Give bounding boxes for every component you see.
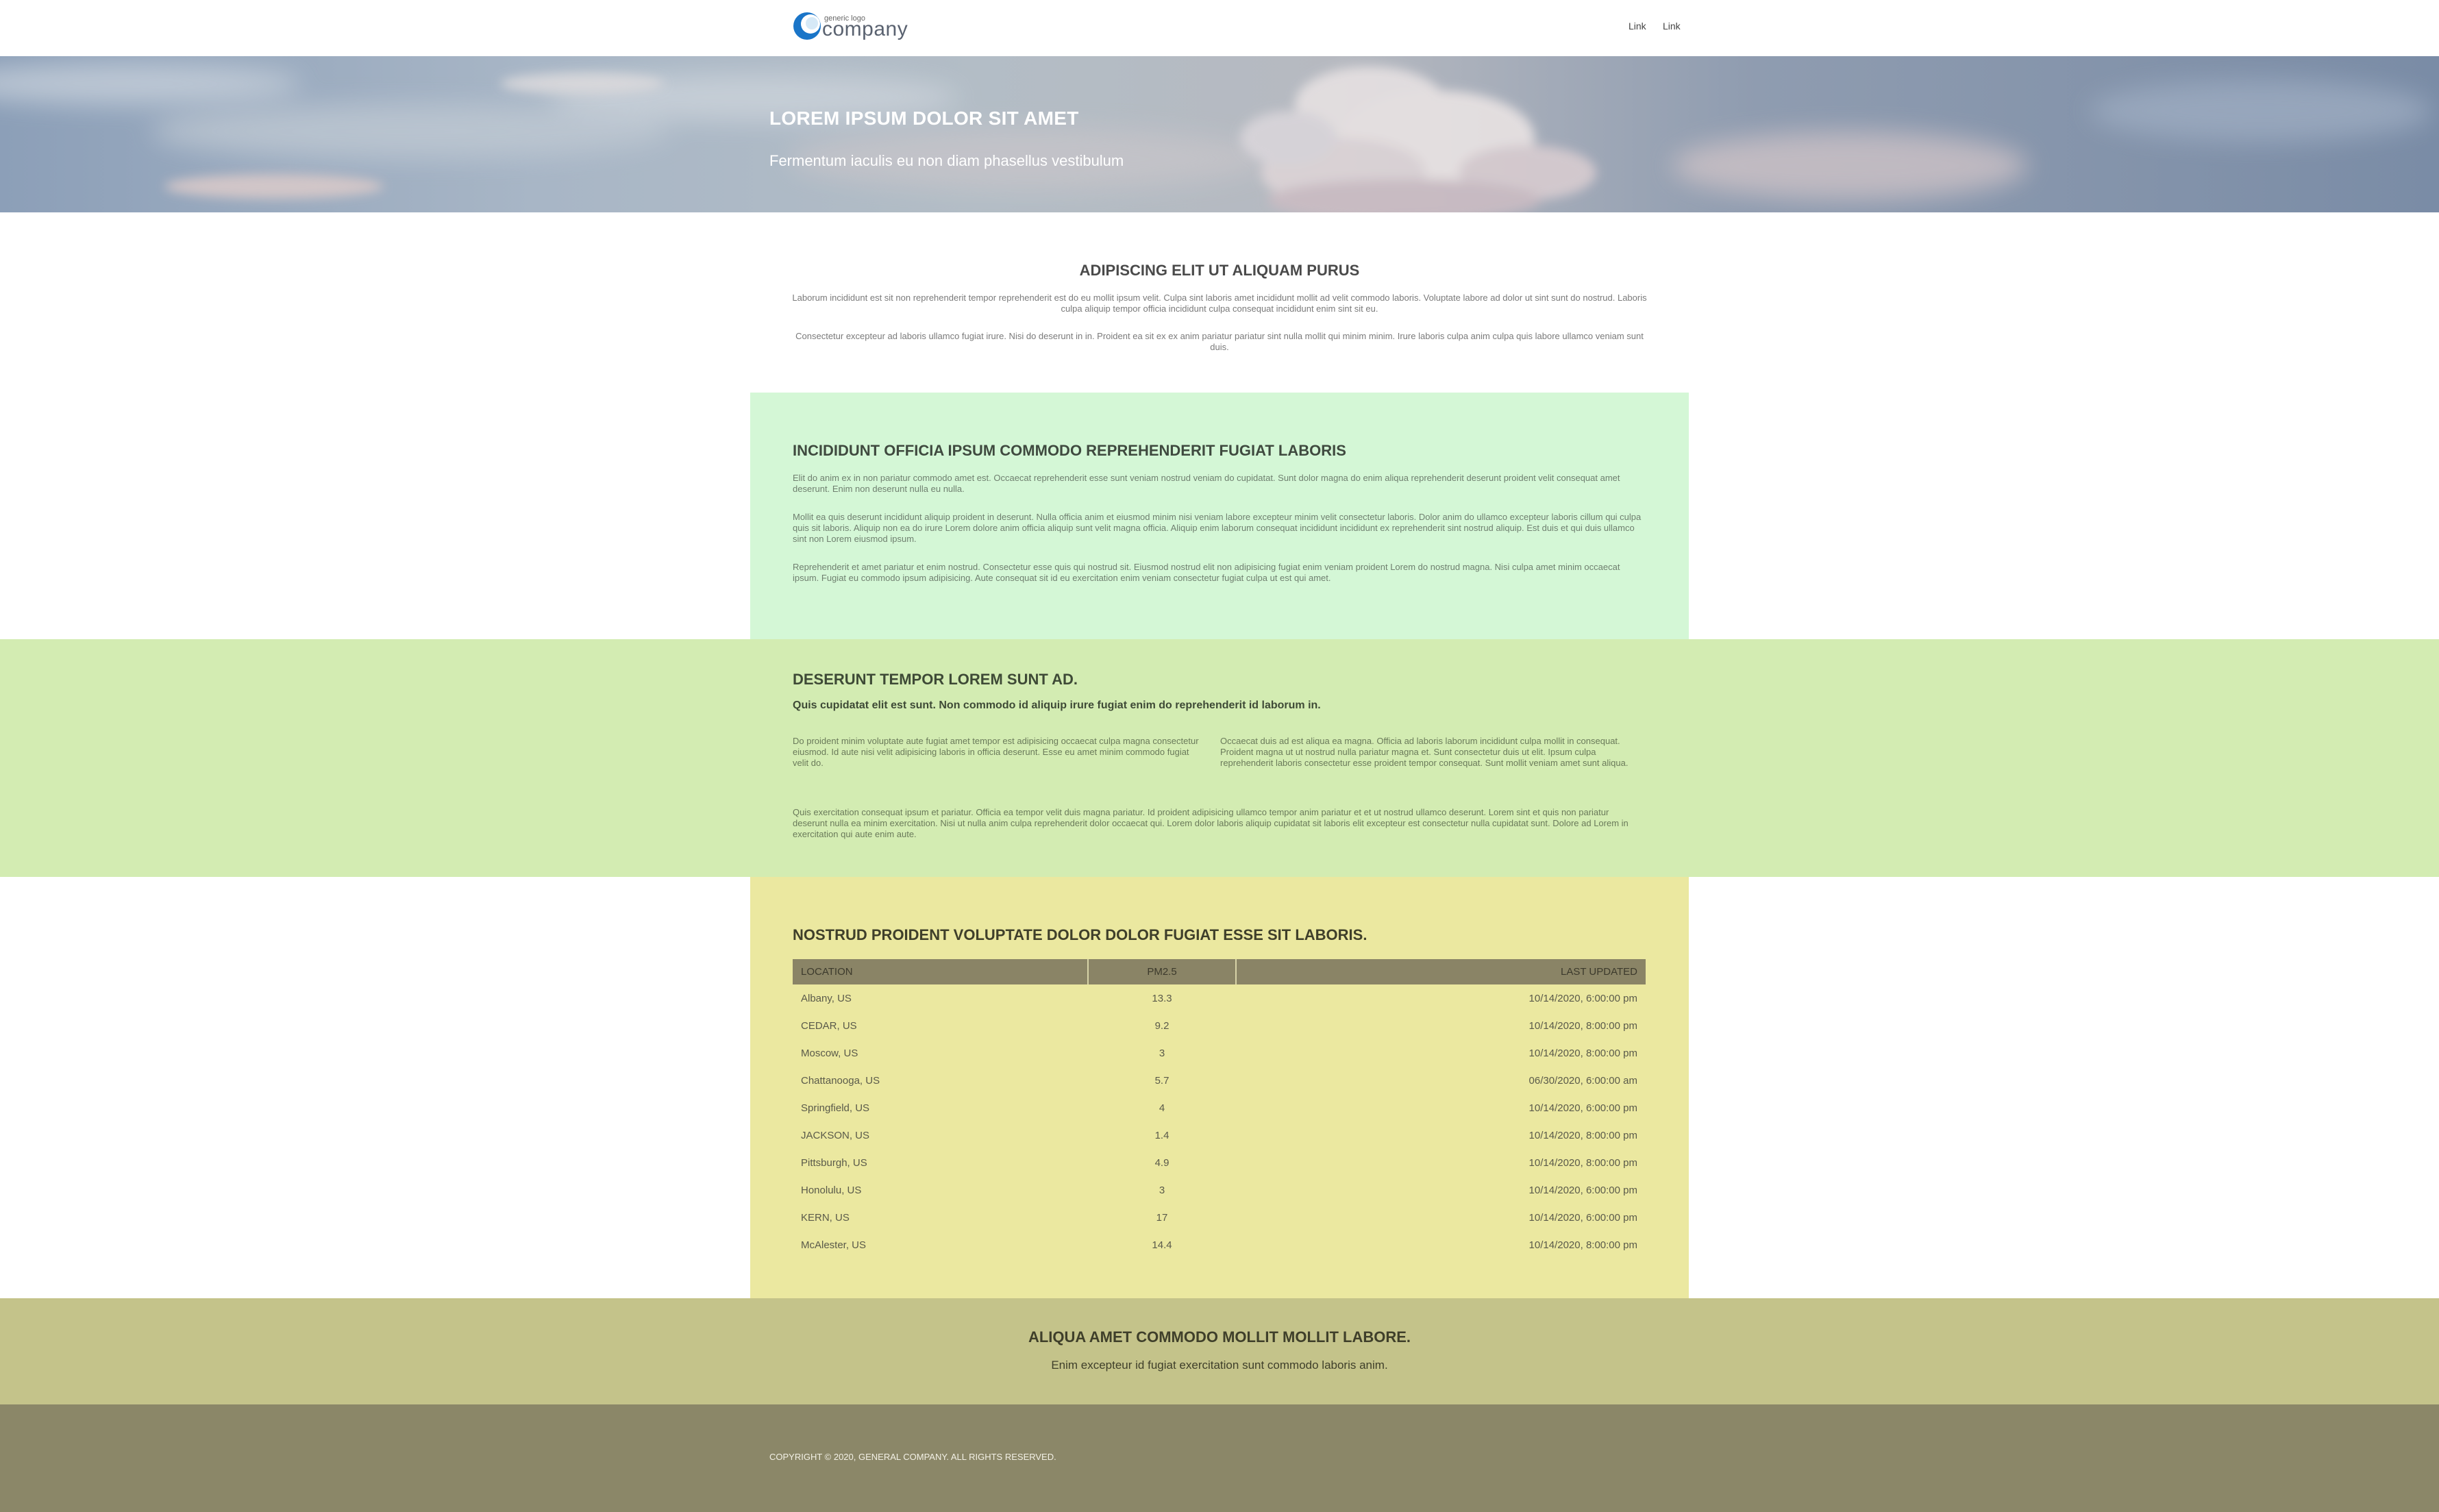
section-2-column-right: Occaecat duis ad est aliqua ea magna. Of… <box>1220 736 1629 768</box>
company-logo[interactable]: generic logo company <box>792 11 915 44</box>
cell-last-updated: 10/14/2020, 8:00:00 pm <box>1528 1019 1637 1032</box>
cell-location: Honolulu, US <box>801 1184 862 1196</box>
column-header-last-updated[interactable]: LAST UPDATED <box>1236 959 1646 984</box>
section-1-paragraph-2: Mollit ea quis deserunt incididunt aliqu… <box>793 512 1642 544</box>
cell-pm25: 4.9 <box>1154 1156 1169 1169</box>
section-2-closing: Quis exercitation consequat ipsum et par… <box>793 807 1629 839</box>
table-row: Chattanooga, US 5.7 06/30/2020, 6:00:00 am <box>793 1067 1646 1094</box>
copyright-text: COPYRIGHT © 2020, GENERAL COMPANY. ALL R… <box>769 1452 1056 1462</box>
cell-last-updated: 10/14/2020, 8:00:00 pm <box>1528 1156 1637 1169</box>
cell-pm25: 14.4 <box>1152 1239 1172 1251</box>
section-1-title: INCIDIDUNT OFFICIA IPSUM COMMODO REPREHE… <box>793 442 1346 459</box>
section-2-title: DESERUNT TEMPOR LOREM SUNT AD. <box>793 671 1078 688</box>
cell-location: McAlester, US <box>801 1239 867 1251</box>
column-header-location[interactable]: LOCATION <box>793 959 1089 984</box>
cell-last-updated: 10/14/2020, 8:00:00 pm <box>1528 1129 1637 1141</box>
cell-last-updated: 10/14/2020, 8:00:00 pm <box>1528 1047 1637 1059</box>
table-row: JACKSON, US 1.4 10/14/2020, 8:00:00 pm <box>793 1121 1646 1149</box>
cloud-sky-image <box>0 63 2432 212</box>
cell-location: Pittsburgh, US <box>801 1156 867 1169</box>
cta-title: ALIQUA AMET COMMODO MOLLIT MOLLIT LABORE… <box>1028 1328 1411 1346</box>
cta-band: ALIQUA AMET COMMODO MOLLIT MOLLIT LABORE… <box>0 1298 2439 1404</box>
cell-pm25: 1.4 <box>1154 1129 1169 1141</box>
intro-title: ADIPISCING ELIT UT ALIQUAM PURUS <box>1079 262 1360 279</box>
cell-pm25: 5.7 <box>1154 1074 1169 1087</box>
table-row: Albany, US 13.3 10/14/2020, 6:00:00 pm <box>793 984 1646 1012</box>
cell-pm25: 9.2 <box>1154 1019 1169 1032</box>
hero-subtitle: Fermentum iaculis eu non diam phasellus … <box>769 152 1124 169</box>
cell-pm25: 3 <box>1159 1184 1165 1196</box>
column-header-pm25[interactable]: PM2.5 <box>1088 959 1237 984</box>
cell-last-updated: 10/14/2020, 8:00:00 pm <box>1528 1239 1637 1251</box>
logo-wordmark: company <box>822 18 908 40</box>
logo-swirl-icon <box>793 12 821 40</box>
table-row: Moscow, US 3 10/14/2020, 8:00:00 pm <box>793 1039 1646 1067</box>
hero-title: LOREM IPSUM DOLOR SIT AMET <box>769 108 1079 129</box>
nav-link-2[interactable]: Link <box>1663 21 1681 32</box>
section-3-title: NOSTRUD PROIDENT VOLUPTATE DOLOR DOLOR F… <box>793 926 1367 943</box>
cell-location: Albany, US <box>801 992 852 1004</box>
cell-location: KERN, US <box>801 1211 850 1224</box>
table-header-row: LOCATION PM2.5 LAST UPDATED <box>793 959 1646 984</box>
cell-location: Springfield, US <box>801 1102 870 1114</box>
cell-location: Moscow, US <box>801 1047 858 1059</box>
page-footer: COPYRIGHT © 2020, GENERAL COMPANY. ALL R… <box>0 1404 2439 1512</box>
table-row: CEDAR, US 9.2 10/14/2020, 8:00:00 pm <box>793 1012 1646 1039</box>
cell-last-updated: 10/14/2020, 6:00:00 pm <box>1528 992 1637 1004</box>
cell-last-updated: 10/14/2020, 6:00:00 pm <box>1528 1184 1637 1196</box>
intro-paragraph-2: Consectetur excepteur ad laboris ullamco… <box>795 331 1644 352</box>
cell-pm25: 4 <box>1159 1102 1165 1114</box>
cell-last-updated: 10/14/2020, 6:00:00 pm <box>1528 1211 1637 1224</box>
section-2-band: DESERUNT TEMPOR LOREM SUNT AD. Quis cupi… <box>0 639 2439 877</box>
cell-pm25: 13.3 <box>1152 992 1172 1004</box>
cta-subtitle: Enim excepteur id fugiat exercitation su… <box>1051 1359 1388 1372</box>
table-row: Pittsburgh, US 4.9 10/14/2020, 8:00:00 pm <box>793 1149 1646 1176</box>
intro-paragraph-1: Laborum incididunt est sit non reprehend… <box>792 293 1647 314</box>
cell-last-updated: 06/30/2020, 6:00:00 am <box>1528 1074 1637 1087</box>
hero-banner: LOREM IPSUM DOLOR SIT AMET Fermentum iac… <box>0 56 2439 212</box>
table-row: KERN, US 17 10/14/2020, 6:00:00 pm <box>793 1204 1646 1231</box>
table-row: Honolulu, US 3 10/14/2020, 6:00:00 pm <box>793 1176 1646 1204</box>
table-row: Springfield, US 4 10/14/2020, 6:00:00 pm <box>793 1094 1646 1121</box>
cell-pm25: 3 <box>1159 1047 1165 1059</box>
table-row: McAlester, US 14.4 10/14/2020, 8:00:00 pm <box>793 1231 1646 1259</box>
section-1-paragraph-3: Reprehenderit et amet pariatur et enim n… <box>793 562 1620 583</box>
section-2-column-left: Do proident minim voluptate aute fugiat … <box>793 736 1199 768</box>
section-1-paragraph-1: Elit do anim ex in non pariatur commodo … <box>793 473 1620 494</box>
section-2-lead: Quis cupidatat elit est sunt. Non commod… <box>793 699 1321 711</box>
cell-location: CEDAR, US <box>801 1019 857 1032</box>
cell-location: Chattanooga, US <box>801 1074 880 1087</box>
cell-pm25: 17 <box>1156 1211 1168 1224</box>
cell-location: JACKSON, US <box>801 1129 870 1141</box>
section-1-panel: INCIDIDUNT OFFICIA IPSUM COMMODO REPREHE… <box>750 393 1689 639</box>
top-navbar: generic logo company Link Link <box>0 0 2439 56</box>
air-quality-table: LOCATION PM2.5 LAST UPDATED Albany, US 13… <box>793 959 1646 1259</box>
cell-last-updated: 10/14/2020, 6:00:00 pm <box>1528 1102 1637 1114</box>
nav-link-1[interactable]: Link <box>1629 21 1646 32</box>
